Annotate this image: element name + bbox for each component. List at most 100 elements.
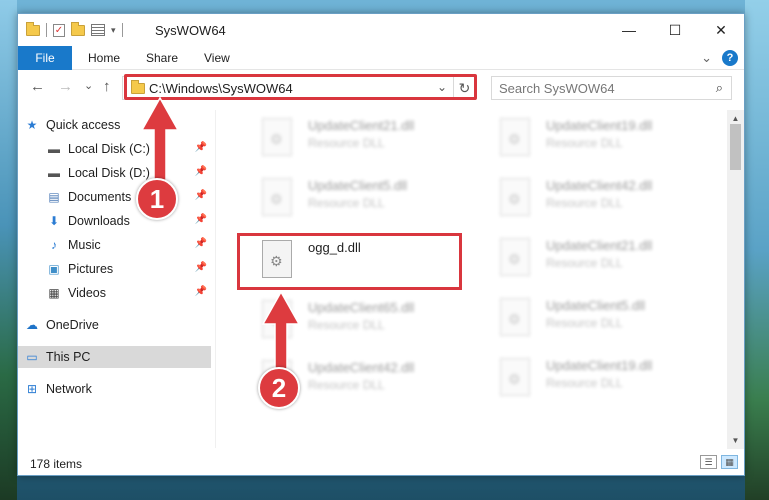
file-highlight [237, 233, 462, 290]
sidebar-item-quick-access[interactable]: ★ Quick access [24, 114, 217, 136]
dll-file-icon [500, 238, 530, 276]
file-item[interactable]: UpdateClient5.dll Resource DLL [240, 172, 468, 226]
sidebar-item-label: Music [68, 238, 101, 252]
sidebar-item-this-pc[interactable]: ▭ This PC [18, 346, 211, 368]
folder-icon [26, 21, 40, 36]
sidebar-item-pictures[interactable]: ▣ Pictures 📌 [46, 258, 211, 280]
sidebar-item-label: Local Disk (C:) [68, 142, 150, 156]
drive-icon: ▬ [48, 166, 60, 180]
pin-icon[interactable]: 📌 [195, 238, 207, 249]
tab-share[interactable]: Share [146, 46, 178, 70]
file-item[interactable]: UpdateClient19.dll Resource DLL [478, 112, 706, 166]
search-box[interactable]: Search SysWOW64 ⌕ [491, 76, 732, 100]
tab-file[interactable]: File [18, 46, 72, 70]
forward-arrow-icon[interactable]: → [58, 78, 73, 95]
help-icon[interactable]: ? [722, 50, 738, 66]
tab-view[interactable]: View [204, 46, 230, 70]
properties-check-icon[interactable]: ✓ [53, 23, 65, 37]
file-description: Resource DLL [308, 136, 385, 150]
pane-divider[interactable] [215, 110, 216, 448]
sidebar-item-label: Pictures [68, 262, 114, 276]
step-2-badge: 2 [258, 367, 300, 409]
scroll-down-icon[interactable]: ▼ [727, 432, 744, 449]
details-view-icon[interactable]: ☰ [700, 455, 717, 469]
dll-file-icon [500, 298, 530, 336]
file-item[interactable]: UpdateClient42.dll Resource DLL [478, 172, 706, 226]
dll-file-icon [262, 118, 292, 156]
pin-icon[interactable]: 📌 [195, 166, 207, 177]
sidebar-item-videos[interactable]: ▦ Videos 📌 [46, 282, 211, 304]
pin-icon[interactable]: 📌 [195, 142, 207, 153]
navigation-pane: ★ Quick access ▬ Local Disk (C:) 📌 ▬ Loc… [18, 110, 214, 450]
pin-icon[interactable]: 📌 [195, 286, 207, 297]
pin-icon[interactable]: 📌 [195, 214, 207, 225]
pin-icon[interactable]: 📌 [195, 190, 207, 201]
ribbon-controls: ⌄ ? [701, 50, 738, 66]
file-description: Resource DLL [546, 316, 623, 330]
dll-file-icon [262, 178, 292, 216]
sidebar-item-documents[interactable]: ▤ Documents 📌 [46, 186, 211, 208]
sidebar-item-label: Downloads [68, 214, 130, 228]
desktop-background-right [745, 0, 769, 500]
sidebar-item-downloads[interactable]: ⬇ Downloads 📌 [46, 210, 211, 232]
file-item[interactable]: UpdateClient19.dll Resource DLL [478, 352, 706, 406]
dll-file-icon [500, 118, 530, 156]
minimize-button[interactable]: — [606, 14, 652, 46]
sidebar-item-label: OneDrive [46, 318, 99, 332]
back-arrow-icon[interactable]: ← [30, 78, 45, 95]
scroll-thumb[interactable] [730, 124, 741, 170]
toolbar-divider [46, 23, 47, 37]
pin-icon[interactable]: 📌 [195, 262, 207, 273]
sidebar-item-network[interactable]: ⊞ Network [24, 378, 217, 400]
file-name: UpdateClient42.dll [308, 360, 415, 375]
videos-icon: ▦ [48, 286, 60, 300]
sidebar-item-label: This PC [46, 350, 91, 364]
file-description: Resource DLL [308, 378, 385, 392]
file-name: UpdateClient21.dll [308, 118, 415, 133]
sidebar-item-label: Network [46, 382, 92, 396]
toolbar-divider [121, 23, 123, 37]
sidebar-item-local-disk-d[interactable]: ▬ Local Disk (D:) 📌 [46, 162, 211, 184]
file-item[interactable]: UpdateClient5.dll Resource DLL [478, 292, 706, 346]
file-name: UpdateClient19.dll [546, 118, 653, 133]
file-name: UpdateClient21.dll [546, 238, 653, 253]
file-name: UpdateClient5.dll [546, 298, 646, 313]
file-description: Resource DLL [308, 318, 385, 332]
quick-access-toolbar: ✓ ▾ [26, 21, 123, 37]
computer-icon: ▭ [26, 350, 38, 364]
star-icon: ★ [26, 118, 38, 132]
recent-locations-chevron-icon[interactable]: ⌄ [84, 79, 93, 92]
tab-home[interactable]: Home [88, 46, 120, 70]
file-description: Resource DLL [546, 196, 623, 210]
customize-toolbar-chevron-icon[interactable]: ▾ [111, 25, 116, 36]
properties-icon[interactable] [91, 24, 105, 36]
file-item[interactable]: UpdateClient21.dll Resource DLL [478, 232, 706, 286]
expand-ribbon-chevron-icon[interactable]: ⌄ [701, 50, 712, 66]
tiles-view-icon[interactable]: ▦ [721, 455, 738, 469]
sidebar-item-label: Quick access [46, 118, 121, 132]
item-count: 178 items [30, 457, 83, 471]
new-folder-icon[interactable] [71, 21, 85, 36]
desktop-background-left [0, 0, 17, 500]
sidebar-item-music[interactable]: ♪ Music 📌 [46, 234, 211, 256]
network-icon: ⊞ [26, 382, 38, 396]
sidebar-item-label: Local Disk (D:) [68, 166, 150, 180]
sidebar-item-onedrive[interactable]: ☁ OneDrive [24, 314, 217, 336]
window-controls: — ☐ ✕ [606, 14, 744, 46]
cloud-icon: ☁ [26, 318, 38, 332]
up-arrow-icon[interactable]: ↑ [103, 78, 111, 95]
step-1-badge: 1 [136, 178, 178, 220]
file-description: Resource DLL [308, 196, 385, 210]
explorer-window: ✓ ▾ SysWOW64 — ☐ ✕ File Home Share View … [17, 13, 745, 476]
sidebar-item-label: Documents [68, 190, 132, 204]
title-bar: ✓ ▾ SysWOW64 — ☐ ✕ [18, 14, 744, 46]
sidebar-item-local-disk-c[interactable]: ▬ Local Disk (C:) 📌 [46, 138, 211, 160]
search-icon[interactable]: ⌕ [716, 80, 723, 96]
maximize-button[interactable]: ☐ [652, 14, 698, 46]
close-button[interactable]: ✕ [698, 14, 744, 46]
file-name: UpdateClient5.dll [308, 178, 408, 193]
vertical-scrollbar[interactable]: ▲ ▼ [727, 110, 744, 449]
window-title: SysWOW64 [155, 23, 226, 38]
search-input[interactable]: Search SysWOW64 [499, 81, 615, 96]
file-item[interactable]: UpdateClient21.dll Resource DLL [240, 112, 468, 166]
